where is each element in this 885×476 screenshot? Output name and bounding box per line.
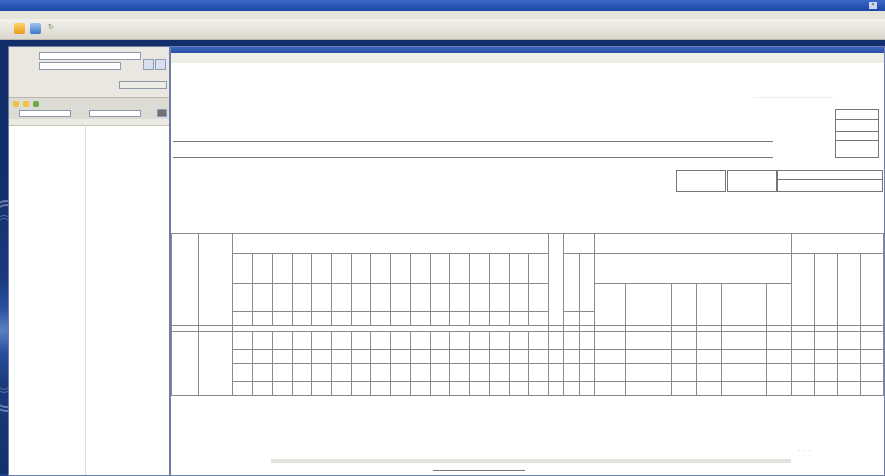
form-code-divider <box>835 119 879 120</box>
header-cell-tabnumber <box>198 233 234 326</box>
header-cell-spacer <box>548 233 564 326</box>
menu-bar <box>0 11 885 19</box>
filter-input-1[interactable] <box>39 52 141 60</box>
employee-name-cell[interactable] <box>170 331 200 396</box>
timesheet-table <box>170 233 885 396</box>
header-cell-worked <box>562 233 595 254</box>
report-page: . . . <box>170 63 885 475</box>
signature-dots: . . . <box>799 447 811 453</box>
filter-apply-button[interactable] <box>143 59 154 70</box>
approval-note <box>753 75 833 98</box>
period-divider <box>777 179 883 180</box>
report-window: . . . <box>170 46 885 476</box>
header-cell-surname <box>170 233 200 326</box>
main-toolbar: ↻ <box>0 19 885 40</box>
filter-select-2[interactable] <box>39 62 121 70</box>
edit-icon[interactable] <box>23 101 29 107</box>
header-cell-payroll <box>593 233 793 254</box>
organization-line <box>173 141 773 142</box>
refresh-icon[interactable]: ↻ <box>48 23 58 33</box>
app-titlebar[interactable]: × <box>0 0 885 11</box>
reporting-period-box <box>777 170 883 192</box>
filter-option-box[interactable] <box>119 81 167 89</box>
close-icon[interactable]: × <box>869 2 877 9</box>
document-list-header <box>9 119 169 126</box>
document-date-box <box>727 170 777 192</box>
search-button[interactable] <box>157 109 167 117</box>
horizontal-scrollbar[interactable] <box>271 459 791 463</box>
document-number-box <box>676 170 726 192</box>
column-divider <box>85 125 86 475</box>
signature-line-2 <box>433 470 525 471</box>
filter-panel-toolbar <box>9 97 169 120</box>
period-to-field[interactable] <box>89 110 141 117</box>
period-from-field[interactable] <box>19 110 71 117</box>
employee-tabnumber-cell[interactable] <box>198 331 234 396</box>
department-line <box>173 157 773 158</box>
form-code-box <box>835 109 879 133</box>
filter-panel <box>8 46 170 476</box>
filter-reset-button[interactable] <box>155 59 166 70</box>
header-cell-days <box>232 233 550 254</box>
document-list <box>9 119 169 475</box>
okud-box <box>835 140 879 158</box>
add-icon[interactable] <box>13 101 19 107</box>
filter-icon[interactable] <box>33 101 39 107</box>
book-icon[interactable] <box>30 23 41 34</box>
header-cell-absence <box>791 233 884 254</box>
filter-panel-header <box>9 47 169 97</box>
open-folder-icon[interactable] <box>14 23 25 34</box>
